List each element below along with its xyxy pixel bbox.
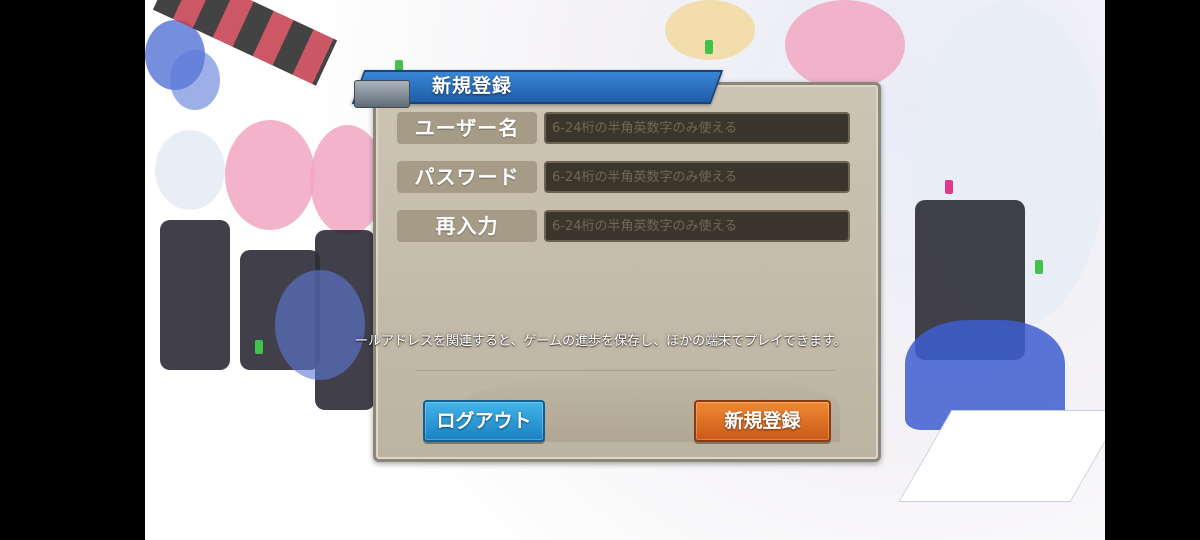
character-art: [160, 220, 230, 370]
logout-button[interactable]: ログアウト: [423, 400, 545, 442]
screen: 新規登録 ユーザー名 パスワード 再入力 ールアドレスを関連すると、ゲームの進歩…: [0, 0, 1200, 540]
confirm-password-label: 再入力: [397, 210, 537, 242]
password-input[interactable]: [544, 161, 850, 193]
info-text: ールアドレスを関連すると、ゲームの進歩を保存し、ほかの端末でプレイできます。: [355, 334, 847, 349]
character-art: [225, 120, 315, 230]
confetti: [255, 340, 263, 354]
password-label: パスワード: [397, 161, 537, 193]
character-art: [275, 270, 365, 380]
character-art: [785, 0, 905, 90]
character-art: [155, 130, 225, 210]
username-input[interactable]: [544, 112, 850, 144]
username-label: ユーザー名: [397, 112, 537, 144]
confetti: [705, 40, 713, 54]
register-button[interactable]: 新規登録: [694, 400, 831, 442]
balloon-art: [170, 50, 220, 110]
confirm-password-input[interactable]: [544, 210, 850, 242]
confetti: [945, 180, 953, 194]
confetti: [1035, 260, 1043, 274]
dialog-title: 新規登録: [432, 75, 513, 97]
divider: [415, 370, 835, 371]
header-ornament-icon: [354, 80, 410, 108]
